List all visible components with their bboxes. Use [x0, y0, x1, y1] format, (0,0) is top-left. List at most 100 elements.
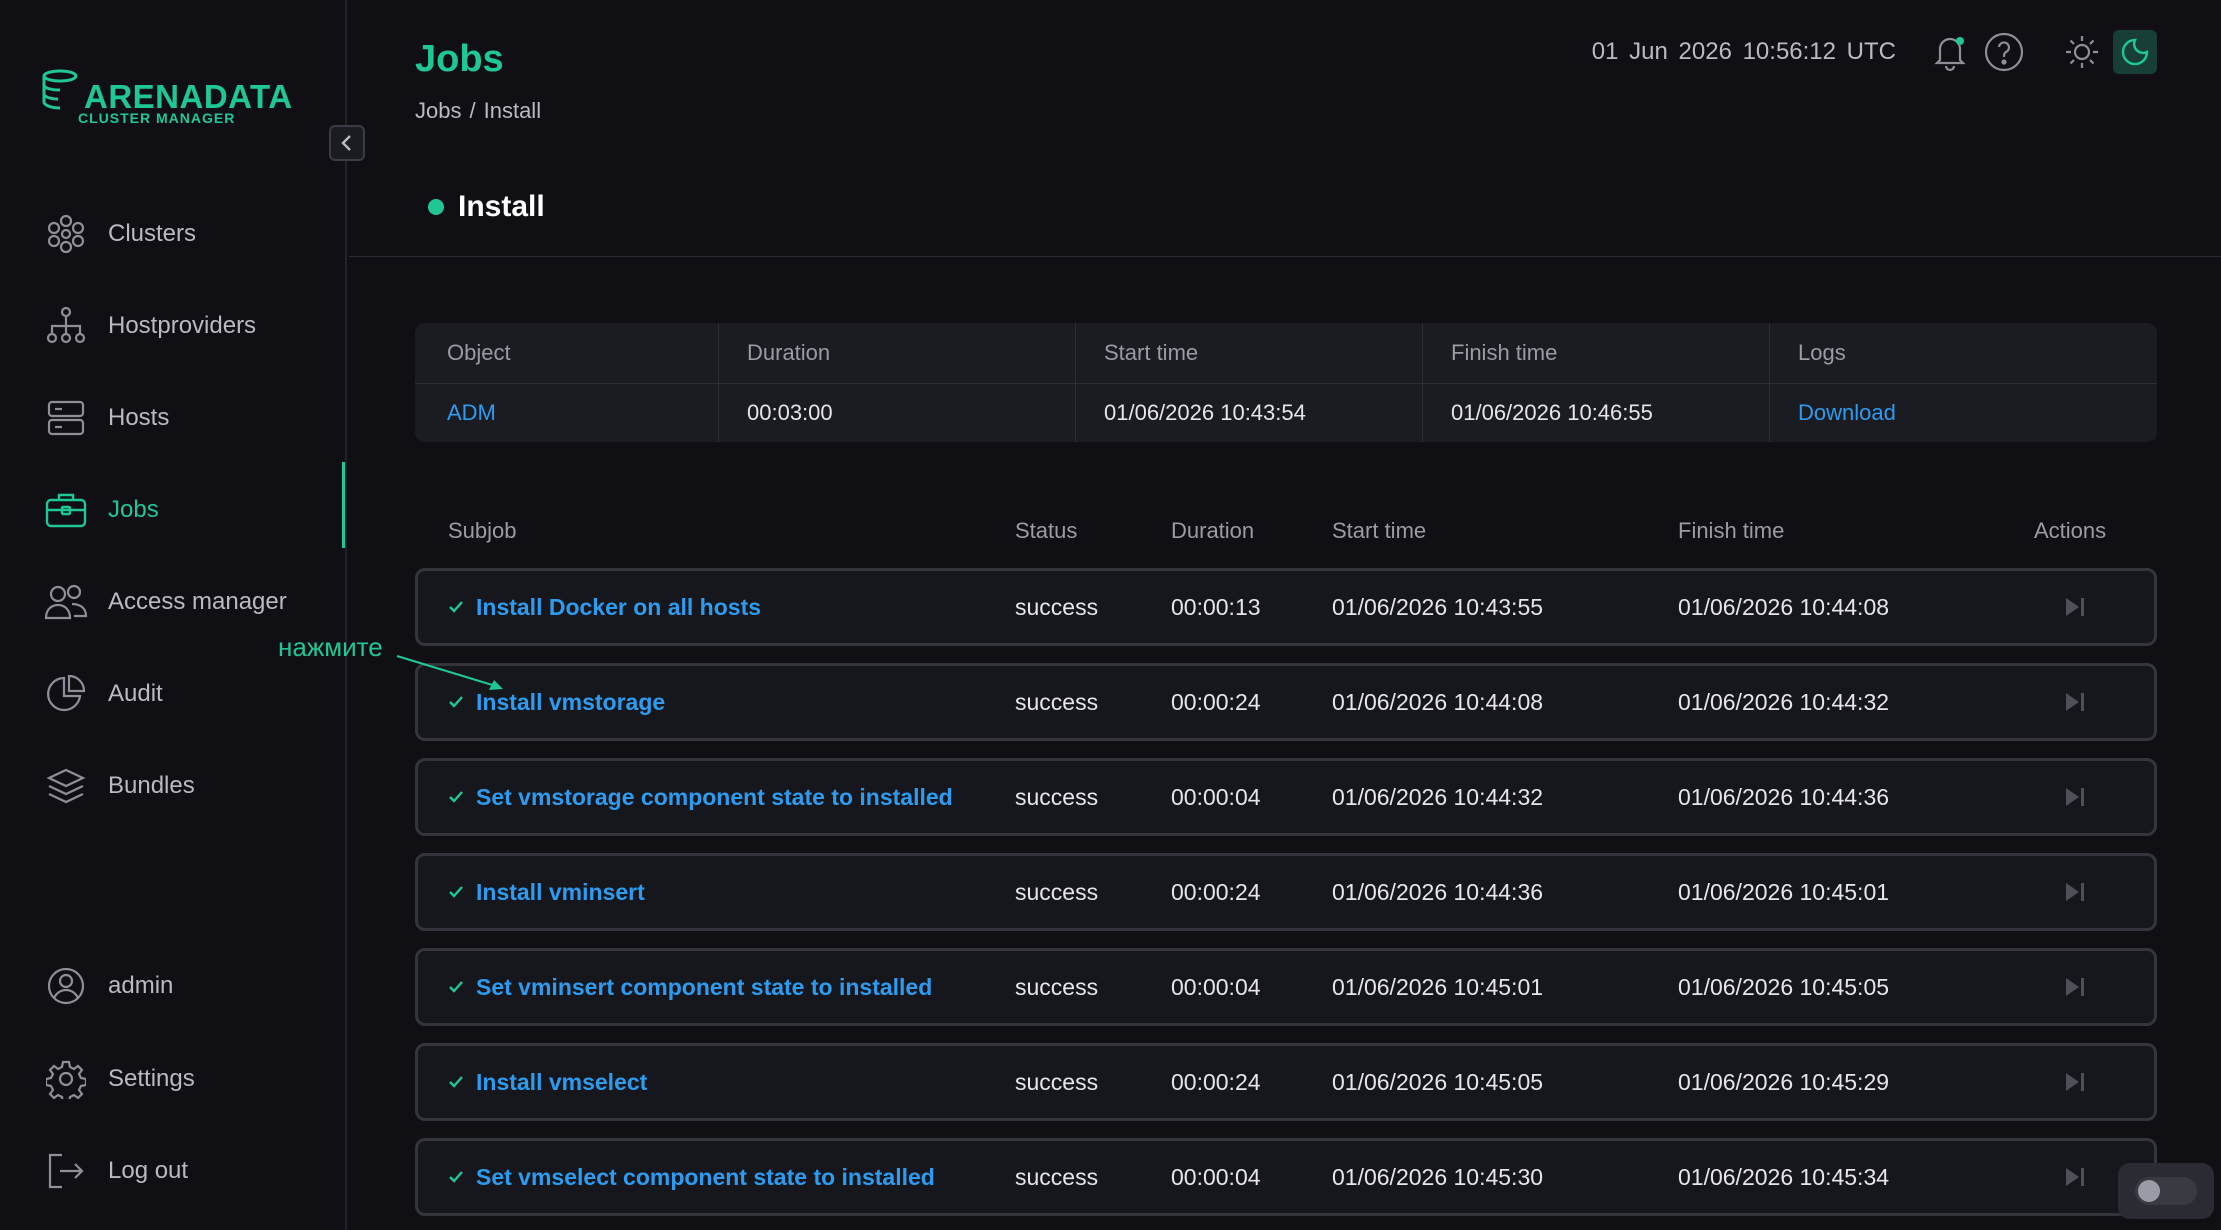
light-theme-button[interactable]	[2060, 30, 2104, 74]
column-header-actions: Actions	[2034, 518, 2107, 543]
sidebar-item-admin[interactable]: admin	[0, 956, 345, 1016]
job-summary-table: Object Duration Start time Finish time L…	[415, 323, 2157, 442]
column-divider	[1422, 323, 1423, 442]
column-header-finish-time: Finish time	[1678, 518, 1785, 543]
sidebar-item-settings[interactable]: Settings	[0, 1049, 345, 1109]
skip-action-button[interactable]	[2063, 666, 2087, 738]
success-check-icon	[448, 951, 464, 1023]
sidebar-item-bundles[interactable]: Bundles	[0, 756, 345, 816]
pie-chart-icon	[44, 672, 88, 716]
sidebar-item-label: Jobs	[108, 496, 159, 523]
app-logo[interactable]: ARENADATA CLUSTER MANAGER	[42, 66, 292, 128]
sidebar-item-audit[interactable]: Audit	[0, 664, 345, 724]
subjob-start-time: 01/06/2026 10:44:36	[1332, 878, 1544, 905]
object-link[interactable]: ADM	[447, 400, 496, 426]
sidebar-item-access-manager[interactable]: Access manager	[0, 572, 345, 632]
sidebar-item-jobs[interactable]: Jobs	[0, 462, 345, 548]
toggle-track	[2135, 1177, 2197, 1205]
subjob-duration: 00:00:04	[1171, 1163, 1261, 1190]
sidebar-item-clusters[interactable]: Clusters	[0, 204, 345, 264]
column-header-finish-time: Finish time	[1451, 340, 1558, 365]
subjob-name-link[interactable]: Set vmstorage component state to install…	[476, 761, 953, 833]
briefcase-icon	[44, 488, 88, 532]
moon-icon	[2121, 38, 2149, 66]
annotation-arrow-icon	[396, 655, 503, 690]
sidebar: ARENADATA CLUSTER MANAGER Clusters Hostp…	[0, 0, 347, 1230]
download-logs-link[interactable]: Download	[1798, 400, 1896, 426]
breadcrumb-current: Install	[483, 98, 542, 123]
success-check-icon	[448, 761, 464, 833]
subjob-name-link[interactable]: Set vminsert component state to installe…	[476, 951, 932, 1023]
breadcrumb-link-jobs[interactable]: Jobs	[415, 98, 461, 123]
summary-header-row: Object Duration Start time Finish time L…	[415, 323, 2157, 384]
subjob-finish-time: 01/06/2026 10:45:05	[1678, 973, 1890, 1000]
skip-action-button[interactable]	[2063, 951, 2087, 1023]
subjob-duration: 00:00:24	[1171, 688, 1261, 715]
users-icon	[44, 580, 88, 624]
success-check-icon	[448, 1046, 464, 1118]
subjob-finish-time: 01/06/2026 10:45:34	[1678, 1163, 1890, 1190]
sidebar-item-label: Access manager	[108, 588, 287, 615]
column-header-logs: Logs	[1798, 340, 1846, 365]
column-header-object: Object	[447, 340, 511, 365]
divider	[349, 256, 2221, 257]
subjob-finish-time: 01/06/2026 10:44:08	[1678, 593, 1890, 620]
subjob-status: success	[1015, 688, 1099, 715]
subjob-row: Set vmstorage component state to install…	[415, 758, 2157, 836]
success-check-icon	[448, 571, 464, 643]
column-header-duration: Duration	[747, 340, 831, 365]
skip-action-button[interactable]	[2063, 571, 2087, 643]
subjob-status: success	[1015, 1163, 1099, 1190]
breadcrumb: Jobs / Install	[415, 98, 541, 124]
success-check-icon	[448, 1141, 464, 1213]
subjob-duration: 00:00:13	[1171, 593, 1261, 620]
notifications-button[interactable]	[1928, 30, 1972, 74]
subjob-duration: 00:00:24	[1171, 1068, 1261, 1095]
sun-icon	[2066, 36, 2098, 68]
sidebar-item-label: Clusters	[108, 220, 197, 247]
sidebar-item-label: Log out	[108, 1157, 189, 1184]
skip-forward-icon	[2066, 788, 2084, 806]
job-start-time: 01/06/2026 10:43:54	[1104, 400, 1306, 425]
layers-icon	[44, 764, 88, 808]
toggle-knob	[2138, 1180, 2160, 1202]
floating-toggle-switch[interactable]	[2118, 1163, 2214, 1219]
subjob-start-time: 01/06/2026 10:44:32	[1332, 783, 1544, 810]
subjob-start-time: 01/06/2026 10:43:55	[1332, 593, 1544, 620]
skip-action-button[interactable]	[2063, 856, 2087, 928]
skip-action-button[interactable]	[2063, 1046, 2087, 1118]
server-icon	[44, 396, 88, 440]
sidebar-collapse-button[interactable]	[329, 125, 365, 161]
sidebar-item-label: Hostproviders	[108, 312, 257, 339]
sidebar-item-label: admin	[108, 972, 174, 999]
subjob-name-link[interactable]: Install vmselect	[476, 1046, 647, 1118]
subjob-name-link[interactable]: Set vmselect component state to installe…	[476, 1141, 935, 1213]
subjob-finish-time: 01/06/2026 10:44:32	[1678, 688, 1890, 715]
skip-forward-icon	[2066, 978, 2084, 996]
subjob-status: success	[1015, 783, 1099, 810]
subjob-name-link[interactable]: Install Docker on all hosts	[476, 571, 761, 643]
skip-action-button[interactable]	[2063, 1141, 2087, 1213]
sidebar-item-logout[interactable]: Log out	[0, 1141, 345, 1201]
subjob-row: Install vmstorage success 00:00:24 01/06…	[415, 663, 2157, 741]
help-button[interactable]	[1982, 30, 2026, 74]
subjob-finish-time: 01/06/2026 10:44:36	[1678, 783, 1890, 810]
sidebar-item-hostproviders[interactable]: Hostproviders	[0, 296, 345, 356]
column-header-start-time: Start time	[1104, 340, 1199, 365]
subjob-start-time: 01/06/2026 10:44:08	[1332, 688, 1544, 715]
subjob-row: Install vminsert success 00:00:24 01/06/…	[415, 853, 2157, 931]
job-duration: 00:03:00	[747, 400, 833, 425]
skip-action-button[interactable]	[2063, 761, 2087, 833]
subjob-finish-time: 01/06/2026 10:45:01	[1678, 878, 1890, 905]
subjob-status: success	[1015, 593, 1099, 620]
subjob-status: success	[1015, 973, 1099, 1000]
sidebar-item-hosts[interactable]: Hosts	[0, 388, 345, 448]
dark-theme-button[interactable]	[2113, 30, 2157, 74]
subjob-duration: 00:00:24	[1171, 878, 1261, 905]
subjob-duration: 00:00:04	[1171, 783, 1261, 810]
subjob-name-link[interactable]: Install vminsert	[476, 856, 645, 928]
summary-row: ADM 00:03:00 01/06/2026 10:43:54 01/06/2…	[415, 384, 2157, 442]
subjob-finish-time: 01/06/2026 10:45:29	[1678, 1068, 1890, 1095]
logout-icon	[44, 1149, 88, 1193]
sidebar-item-label: Bundles	[108, 772, 195, 799]
